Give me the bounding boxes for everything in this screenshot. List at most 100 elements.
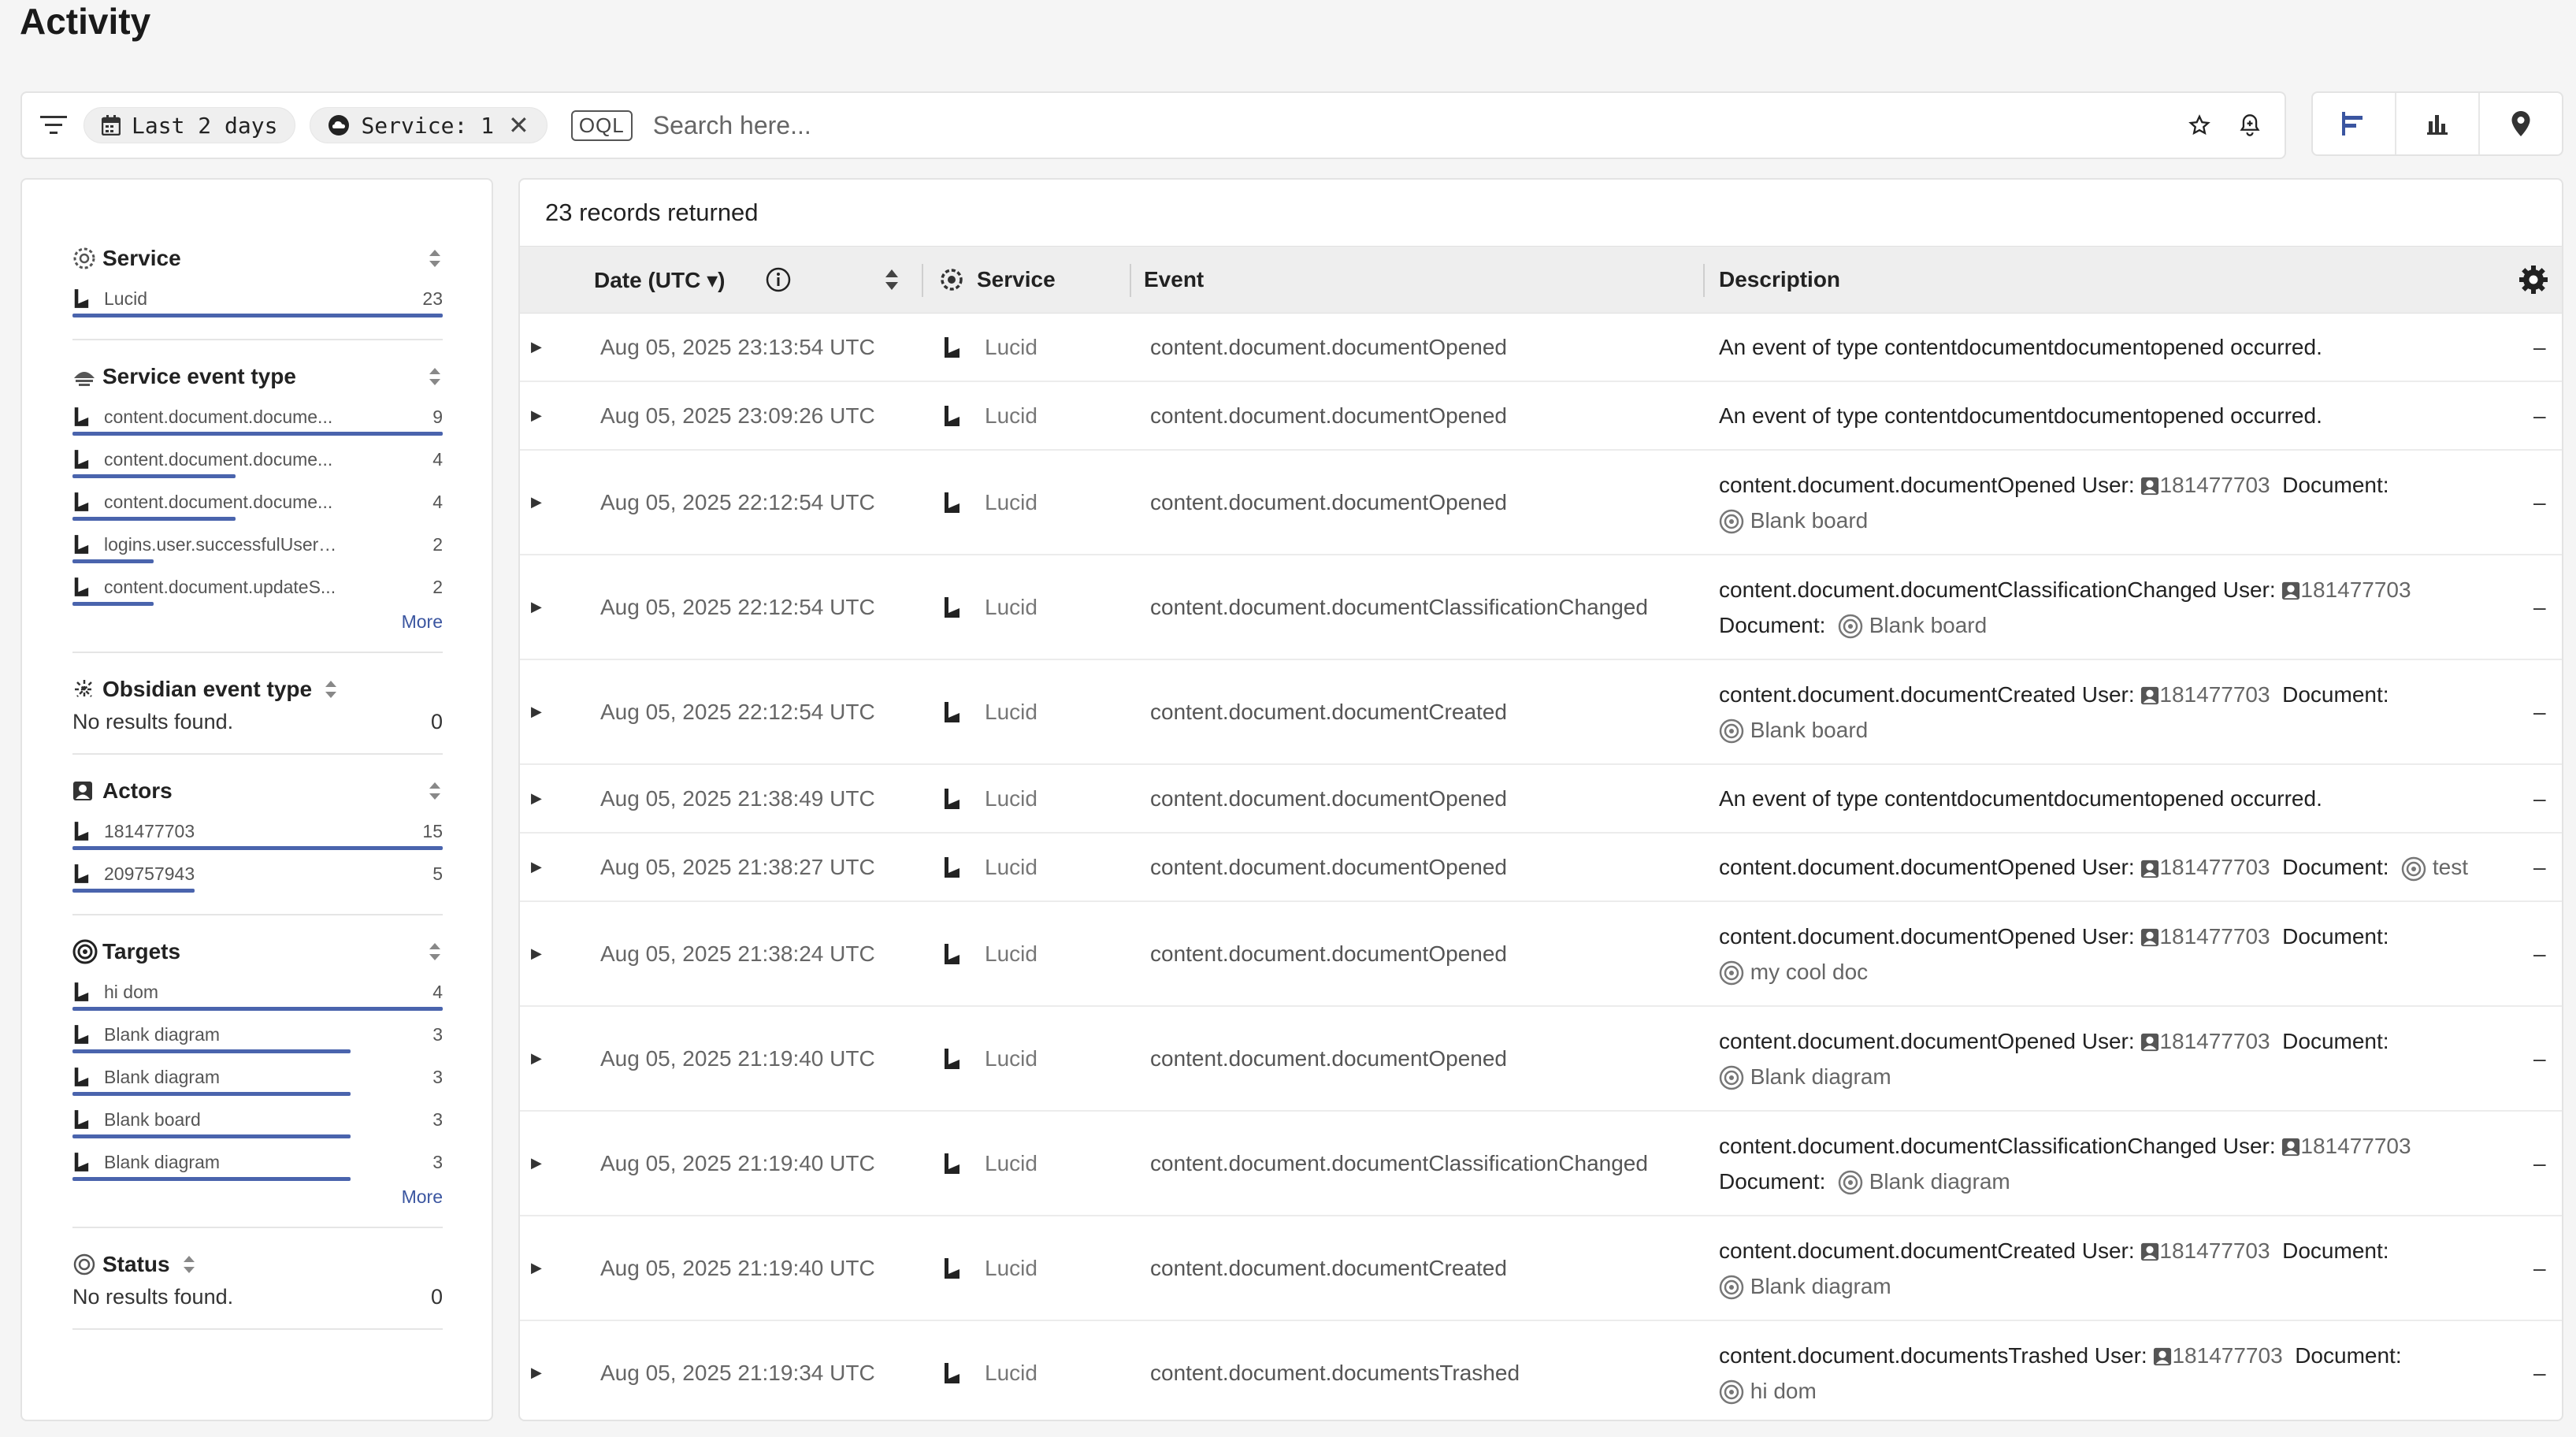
more-link[interactable]: More xyxy=(72,611,443,633)
document-label: Document: xyxy=(2282,923,2389,949)
user-link[interactable]: 181477703 xyxy=(2159,473,2270,497)
user-icon xyxy=(2281,1138,2300,1157)
remove-filter-icon[interactable]: ✕ xyxy=(508,110,529,140)
oql-toggle[interactable]: OQL xyxy=(570,110,633,141)
filter-icon[interactable] xyxy=(38,110,69,141)
column-date-label: Date (UTC ▾) xyxy=(594,267,726,292)
document-link[interactable]: test xyxy=(2433,855,2468,879)
row-date: Aug 05, 2025 21:19:34 UTC xyxy=(600,1360,875,1385)
info-icon[interactable] xyxy=(765,266,792,293)
sort-icon[interactable] xyxy=(427,781,443,801)
facet-item[interactable]: logins.user.successfulUserL... 2 xyxy=(72,523,443,566)
document-link[interactable]: Blank board xyxy=(1750,508,1868,533)
user-link[interactable]: 181477703 xyxy=(2300,577,2411,602)
facet-title: Status xyxy=(102,1252,170,1276)
table-row[interactable]: ▶ Aug 05, 2025 22:12:54 UTC Lucid content.d… xyxy=(520,555,2562,660)
row-extra: – xyxy=(2533,594,2546,619)
row-date: Aug 05, 2025 21:38:27 UTC xyxy=(600,854,875,879)
user-link[interactable]: 181477703 xyxy=(2172,1343,2282,1368)
star-icon[interactable] xyxy=(2181,106,2218,144)
facet-item[interactable]: Blank diagram 3 xyxy=(72,1141,443,1183)
table-row[interactable]: ▶ Aug 05, 2025 21:19:34 UTC Lucid content.d… xyxy=(520,1321,2562,1420)
facet-item-count: 5 xyxy=(432,863,443,884)
expand-row-icon[interactable]: ▶ xyxy=(531,555,542,659)
facet-item[interactable]: 209757943 5 xyxy=(72,852,443,895)
facet-item[interactable]: Lucid 23 xyxy=(72,277,443,320)
description-event: content.document.documentCreated User: xyxy=(1719,681,2135,707)
column-date[interactable]: Date (UTC ▾) xyxy=(594,266,792,293)
document-link[interactable]: Blank board xyxy=(1750,718,1868,742)
column-description[interactable]: Description xyxy=(1719,267,1840,292)
facet-item[interactable]: content.document.docume... 9 xyxy=(72,395,443,438)
bar-chart-view-icon[interactable] xyxy=(2396,93,2480,154)
expand-row-icon[interactable]: ▶ xyxy=(531,660,542,763)
date-range-chip[interactable]: Last 2 days xyxy=(84,107,296,143)
facet-item[interactable]: Blank diagram 3 xyxy=(72,1013,443,1056)
more-link[interactable]: More xyxy=(72,1186,443,1208)
search-input[interactable] xyxy=(651,110,2168,141)
row-extra: – xyxy=(2533,1045,2546,1071)
document-link[interactable]: Blank diagram xyxy=(1750,1274,1891,1298)
sort-icon[interactable] xyxy=(427,248,443,269)
alert-bell-icon[interactable] xyxy=(2231,106,2269,144)
user-link[interactable]: 181477703 xyxy=(2159,682,2270,707)
sort-icon[interactable] xyxy=(884,268,900,291)
facet-item[interactable]: 181477703 15 xyxy=(72,810,443,852)
expand-row-icon[interactable]: ▶ xyxy=(531,1112,542,1215)
document-link[interactable]: hi dom xyxy=(1750,1379,1817,1403)
service-filter-chip[interactable]: Service: 1 ✕ xyxy=(310,107,547,143)
facet-item[interactable]: Blank diagram 3 xyxy=(72,1056,443,1098)
service-filter-label: Service: 1 xyxy=(361,112,495,139)
map-pin-icon[interactable] xyxy=(2480,93,2562,154)
sort-icon[interactable] xyxy=(323,679,339,700)
table-row[interactable]: ▶ Aug 05, 2025 23:09:26 UTC Lucid content.d… xyxy=(520,382,2562,451)
table-row[interactable]: ▶ Aug 05, 2025 21:38:49 UTC Lucid content.d… xyxy=(520,765,2562,834)
expand-row-icon[interactable]: ▶ xyxy=(531,834,542,900)
expand-row-icon[interactable]: ▶ xyxy=(531,1321,542,1420)
table-row[interactable]: ▶ Aug 05, 2025 21:19:40 UTC Lucid content.d… xyxy=(520,1216,2562,1321)
user-link[interactable]: 181477703 xyxy=(2159,855,2270,879)
table-row[interactable]: ▶ Aug 05, 2025 21:19:40 UTC Lucid content.d… xyxy=(520,1112,2562,1216)
document-label: Document: xyxy=(2282,1028,2389,1053)
expand-row-icon[interactable]: ▶ xyxy=(531,902,542,1005)
table-row[interactable]: ▶ Aug 05, 2025 21:19:40 UTC Lucid content.d… xyxy=(520,1007,2562,1112)
document-link[interactable]: Blank diagram xyxy=(1750,1064,1891,1089)
sort-icon[interactable] xyxy=(427,366,443,387)
row-extra: – xyxy=(2533,334,2546,359)
user-link[interactable]: 181477703 xyxy=(2159,1029,2270,1053)
sort-icon[interactable] xyxy=(427,941,443,962)
facet-item[interactable]: Blank board 3 xyxy=(72,1098,443,1141)
facet-item[interactable]: content.document.docume... 4 xyxy=(72,481,443,523)
document-link[interactable]: Blank diagram xyxy=(1869,1169,2010,1194)
expand-row-icon[interactable]: ▶ xyxy=(531,451,542,554)
settings-gear-icon[interactable] xyxy=(2518,264,2549,295)
facet-item[interactable]: content.document.docume... 4 xyxy=(72,438,443,481)
expand-row-icon[interactable]: ▶ xyxy=(531,1007,542,1110)
user-link[interactable]: 181477703 xyxy=(2159,924,2270,949)
document-link[interactable]: Blank board xyxy=(1869,613,1987,637)
column-service-label: Service xyxy=(977,267,1056,291)
facet-item-label: Blank board xyxy=(104,1108,201,1130)
user-link[interactable]: 181477703 xyxy=(2159,1238,2270,1263)
facet-item-count: 3 xyxy=(432,1066,443,1087)
expand-row-icon[interactable]: ▶ xyxy=(531,765,542,832)
table-row[interactable]: ▶ Aug 05, 2025 22:12:54 UTC Lucid content.d… xyxy=(520,451,2562,555)
table-row[interactable]: ▶ Aug 05, 2025 22:12:54 UTC Lucid content.d… xyxy=(520,660,2562,765)
facet-item[interactable]: hi dom 4 xyxy=(72,971,443,1013)
expand-row-icon[interactable]: ▶ xyxy=(531,1216,542,1320)
row-description: content.document.documentOpened User: 18… xyxy=(1719,1023,2389,1094)
document-label: Document: xyxy=(2282,855,2389,879)
user-link[interactable]: 181477703 xyxy=(2300,1134,2411,1158)
document-link[interactable]: my cool doc xyxy=(1750,960,1868,984)
row-description: content.document.documentClassificationC… xyxy=(1719,1128,2411,1199)
table-row[interactable]: ▶ Aug 05, 2025 21:38:24 UTC Lucid content.d… xyxy=(520,902,2562,1007)
timeline-view-icon[interactable] xyxy=(2313,93,2396,154)
facet-item[interactable]: content.document.updateS... 2 xyxy=(72,566,443,608)
expand-row-icon[interactable]: ▶ xyxy=(531,382,542,449)
sort-icon[interactable] xyxy=(181,1254,197,1275)
column-event[interactable]: Event xyxy=(1144,267,1204,292)
column-service[interactable]: Service xyxy=(939,267,1056,292)
table-row[interactable]: ▶ Aug 05, 2025 23:13:54 UTC Lucid content.d… xyxy=(520,314,2562,382)
expand-row-icon[interactable]: ▶ xyxy=(531,314,542,381)
table-row[interactable]: ▶ Aug 05, 2025 21:38:27 UTC Lucid content.d… xyxy=(520,834,2562,902)
